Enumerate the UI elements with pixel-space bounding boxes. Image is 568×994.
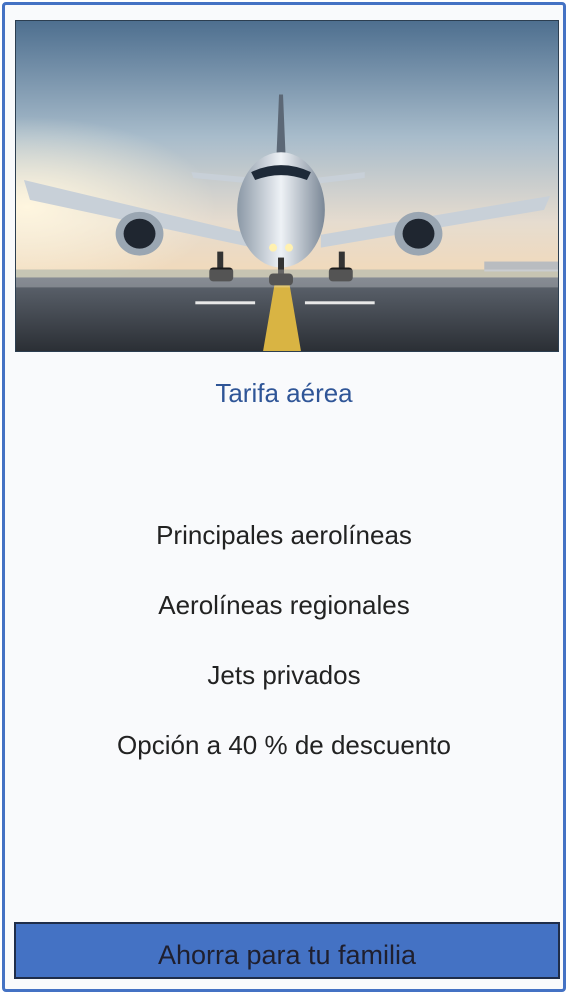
feature-item: Aerolíneas regionales [158, 590, 410, 620]
save-for-family-button[interactable]: Ahorra para tu familia [14, 922, 560, 979]
feature-item: Opción a 40 % de descuento [117, 730, 451, 760]
feature-item: Principales aerolíneas [156, 520, 412, 550]
feature-list: Principales aerolíneas Aerolíneas region… [5, 517, 563, 797]
fare-card: Tarifa aérea Principales aerolíneas Aero… [2, 2, 566, 992]
airplane-runway-image [15, 20, 559, 352]
card-title: Tarifa aérea [215, 378, 353, 408]
airplane-illustration [16, 21, 558, 351]
feature-item: Jets privados [207, 660, 361, 690]
